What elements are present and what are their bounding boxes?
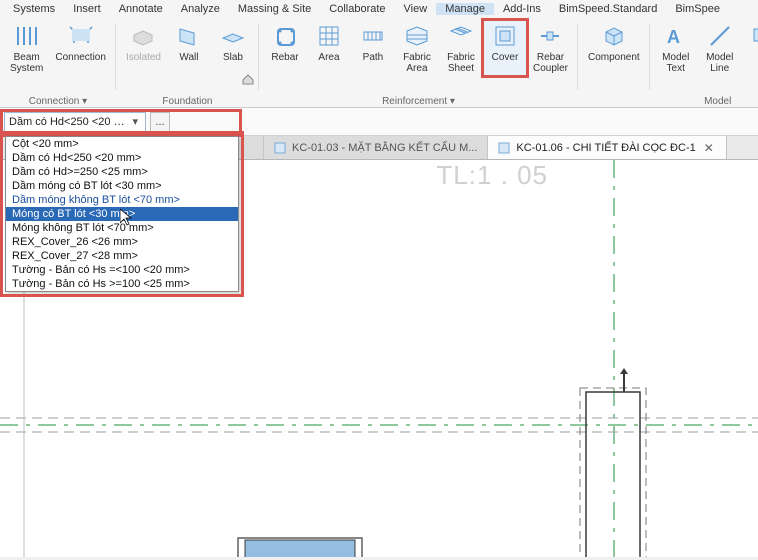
tab-kc0103-label: KC-01.03 - MẶT BẰNG KẾT CẤU M... xyxy=(292,142,477,154)
ribbon-group-connection: Beam System Connection Connection ▾ xyxy=(0,18,116,108)
wall-label: Wall xyxy=(179,52,198,63)
svg-text:A: A xyxy=(667,27,680,47)
panel-foundation: Foundation xyxy=(116,96,259,107)
fabric-sheet-label: Fabric Sheet xyxy=(447,52,475,74)
slab-icon xyxy=(219,22,247,50)
model-group-button[interactable]: M xyxy=(742,20,758,76)
dropdown-item-label: Móng có BT lót <30 mm> xyxy=(12,208,135,220)
model-line-icon xyxy=(706,22,734,50)
menu-insert[interactable]: Insert xyxy=(64,3,110,15)
menu-bimspeed-std[interactable]: BimSpeed.Standard xyxy=(550,3,666,15)
dropdown-item[interactable]: Dầm có Hd<250 <20 mm> xyxy=(6,151,238,165)
path-label: Path xyxy=(363,52,384,63)
sheet-icon xyxy=(498,142,510,154)
tab-kc0106-label: KC-01.06 - CHI TIẾT ĐÀI CỌC ĐC-1 xyxy=(516,142,695,154)
rebar-coupler-button[interactable]: Rebar Coupler xyxy=(527,20,574,76)
isolated-label: Isolated xyxy=(126,52,161,63)
menu-collaborate[interactable]: Collaborate xyxy=(320,3,394,15)
beam-system-icon xyxy=(13,22,41,50)
coupler-icon xyxy=(536,22,564,50)
wall-icon xyxy=(175,22,203,50)
cover-icon xyxy=(491,22,519,50)
dropdown-item[interactable]: Cột <20 mm> xyxy=(6,137,238,151)
connection-button[interactable]: Connection xyxy=(49,20,112,76)
menu-systems[interactable]: Systems xyxy=(4,3,64,15)
dropdown-item[interactable]: Móng không BT lót <70 mm> xyxy=(6,221,238,235)
area-label: Area xyxy=(318,52,339,63)
cover-type-dropdown-list[interactable]: Cột <20 mm> Dầm có Hd<250 <20 mm> Dầm có… xyxy=(5,136,239,292)
fabric-area-label: Fabric Area xyxy=(403,52,431,74)
ghost-text: TL:1 . 05 xyxy=(436,160,548,191)
rebar-label: Rebar xyxy=(271,52,298,63)
menu-massing[interactable]: Massing & Site xyxy=(229,3,320,15)
coupler-label: Rebar Coupler xyxy=(533,52,568,74)
model-line-label: Model Line xyxy=(706,52,733,74)
dropdown-item[interactable]: Dầm móng có BT lót <30 mm> xyxy=(6,179,238,193)
area-icon xyxy=(315,22,343,50)
beam-system-button[interactable]: Beam System xyxy=(4,20,49,76)
panel-model: Model xyxy=(650,96,758,107)
home-tab[interactable] xyxy=(242,136,264,159)
fabric-area-icon xyxy=(403,22,431,50)
tab-close-button[interactable]: ✕ xyxy=(702,141,716,155)
tab-kc0103[interactable]: KC-01.03 - MẶT BẰNG KẾT CẤU M... xyxy=(264,136,488,159)
connection-label: Connection xyxy=(55,52,106,63)
menu-view[interactable]: View xyxy=(395,3,437,15)
model-text-icon: A xyxy=(662,22,690,50)
dropdown-item[interactable]: Dầm có Hd>=250 <25 mm> xyxy=(6,165,238,179)
isolated-icon xyxy=(129,22,157,50)
path-button[interactable]: Path xyxy=(351,20,395,76)
component-label: Component xyxy=(588,52,640,63)
wall-button[interactable]: Wall xyxy=(167,20,211,65)
chevron-down-icon: ▾ xyxy=(128,114,143,130)
cover-type-value: Dầm có Hd<250 <20 mm xyxy=(9,116,128,128)
connection-icon xyxy=(67,22,95,50)
menu-analyze[interactable]: Analyze xyxy=(172,3,229,15)
model-text-button[interactable]: A Model Text xyxy=(654,20,698,76)
cover-type-dropdown[interactable]: Dầm có Hd<250 <20 mm ▾ xyxy=(4,112,146,132)
ribbon-group-foundation: Isolated Wall Slab Foundation xyxy=(116,18,259,108)
dropdown-item[interactable]: Tường - Bản có Hs >=100 <25 mm> xyxy=(6,277,238,291)
panel-connection[interactable]: Connection ▾ xyxy=(0,96,116,107)
ribbon-group-component: Component xyxy=(578,18,650,108)
tab-kc0106[interactable]: KC-01.06 - CHI TIẾT ĐÀI CỌC ĐC-1 ✕ xyxy=(488,136,726,159)
cover-type-more-button[interactable]: ... xyxy=(150,112,170,132)
cover-button[interactable]: Cover xyxy=(483,20,527,76)
dropdown-item-hovered[interactable]: Móng có BT lót <30 mm> xyxy=(6,207,238,221)
ribbon-group-reinforcement: Rebar Area Path Fabric Area xyxy=(259,18,578,108)
model-group-icon xyxy=(748,22,758,50)
menu-bar: Systems Insert Annotate Analyze Massing … xyxy=(0,0,758,18)
rebar-icon xyxy=(271,22,299,50)
fabric-sheet-button[interactable]: Fabric Sheet xyxy=(439,20,483,76)
panel-reinforcement[interactable]: Reinforcement ▾ xyxy=(259,96,578,107)
menu-addins[interactable]: Add-Ins xyxy=(494,3,550,15)
model-line-button[interactable]: Model Line xyxy=(698,20,742,76)
menu-bimspeed[interactable]: BimSpee xyxy=(666,3,729,15)
area-button[interactable]: Area xyxy=(307,20,351,76)
model-text-label: Model Text xyxy=(662,52,689,74)
more-label: ... xyxy=(155,116,164,128)
menu-annotate[interactable]: Annotate xyxy=(110,3,172,15)
dropdown-item[interactable]: Dầm móng không BT lót <70 mm> xyxy=(6,193,238,207)
component-icon xyxy=(600,22,628,50)
sheet-icon xyxy=(274,142,286,154)
fabric-area-button[interactable]: Fabric Area xyxy=(395,20,439,76)
dropdown-item[interactable]: Tường - Bản có Hs =<100 <20 mm> xyxy=(6,263,238,277)
ribbon: Beam System Connection Connection ▾ Isol… xyxy=(0,18,758,108)
cover-label: Cover xyxy=(492,52,519,63)
slab-button[interactable]: Slab xyxy=(211,20,255,65)
component-button[interactable]: Component xyxy=(582,20,646,65)
dropdown-item[interactable]: REX_Cover_26 <26 mm> xyxy=(6,235,238,249)
type-selector-bar: Dầm có Hd<250 <20 mm ▾ ... xyxy=(0,108,758,136)
fabric-sheet-icon xyxy=(447,22,475,50)
menu-manage[interactable]: Manage xyxy=(436,3,494,15)
slab-label: Slab xyxy=(223,52,243,63)
rebar-button[interactable]: Rebar xyxy=(263,20,307,76)
beam-system-label: Beam System xyxy=(10,52,43,74)
dropdown-item[interactable]: REX_Cover_27 <28 mm> xyxy=(6,249,238,263)
ribbon-group-model: A Model Text Model Line M Model xyxy=(650,18,758,108)
path-icon xyxy=(359,22,387,50)
isolated-button: Isolated xyxy=(120,20,167,65)
